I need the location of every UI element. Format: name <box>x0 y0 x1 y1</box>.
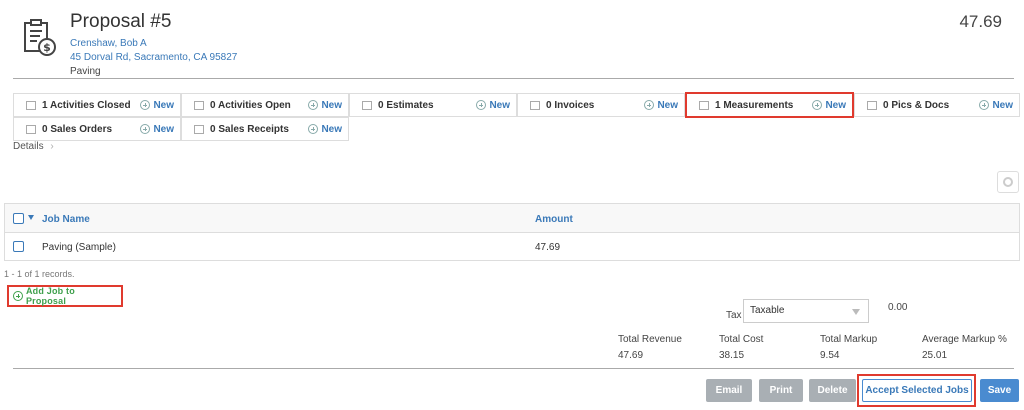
table-row[interactable]: Paving (Sample) 47.69 <box>5 233 1019 261</box>
plus-circle-icon <box>308 100 319 110</box>
plus-circle-icon <box>13 291 23 301</box>
tile-label: 1 Measurements <box>715 99 794 111</box>
total-cost-label: Total Cost <box>719 334 764 345</box>
average-markup-value: 25.01 <box>922 350 948 361</box>
row-checkbox[interactable] <box>13 241 24 252</box>
tax-amount: 0.00 <box>888 302 908 313</box>
tile-pics-docs[interactable]: 0 Pics & Docs New <box>854 93 1020 117</box>
customer-address-link[interactable]: 45 Dorval Rd, Sacramento, CA 95827 <box>70 52 237 63</box>
new-sales-receipt-link[interactable]: New <box>308 124 342 135</box>
measurement-icon <box>699 100 709 110</box>
save-button[interactable]: Save <box>980 379 1019 402</box>
tile-label: 0 Pics & Docs <box>883 99 950 111</box>
new-sales-order-link[interactable]: New <box>140 124 174 135</box>
new-pic-doc-link[interactable]: New <box>979 100 1013 111</box>
row-amount: 47.69 <box>535 242 561 253</box>
column-header-amount[interactable]: Amount <box>535 214 573 225</box>
total-revenue-value: 47.69 <box>618 350 644 361</box>
footer-divider <box>13 368 1014 369</box>
estimate-icon <box>362 100 372 110</box>
tile-sales-orders[interactable]: 0 Sales Orders New <box>13 117 181 141</box>
select-menu-chevron-down-icon[interactable] <box>28 215 34 220</box>
proposal-document-dollar-icon: $ <box>24 19 56 56</box>
gear-icon <box>1003 177 1013 187</box>
invoice-icon <box>530 100 540 110</box>
add-job-to-proposal-button[interactable]: Add Job to Proposal <box>7 285 123 307</box>
row-job-name: Paving (Sample) <box>42 242 116 253</box>
total-markup-label: Total Markup <box>820 334 878 345</box>
image-icon <box>867 100 877 110</box>
plus-circle-icon <box>644 100 655 110</box>
total-cost-value: 38.15 <box>719 350 745 361</box>
tile-label: 0 Sales Receipts <box>210 123 289 135</box>
tile-activities-open[interactable]: 0 Activities Open New <box>181 93 349 117</box>
new-measurement-link[interactable]: New <box>812 100 846 111</box>
tile-measurements[interactable]: 1 Measurements New <box>685 92 854 118</box>
list-icon <box>26 124 36 134</box>
records-count: 1 - 1 of 1 records. <box>4 269 75 279</box>
average-markup-label: Average Markup % <box>922 334 1007 345</box>
add-job-label: Add Job to Proposal <box>25 286 75 306</box>
proposal-total-amount: 47.69 <box>959 12 1002 31</box>
tile-label: 0 Sales Orders <box>42 123 113 135</box>
jobs-grid: Job Name Amount Paving (Sample) 47.69 <box>4 203 1020 261</box>
tile-activities-closed[interactable]: 1 Activities Closed New <box>13 93 181 117</box>
details-toggle[interactable]: Details › <box>13 141 54 152</box>
plus-circle-icon <box>308 124 319 134</box>
tile-invoices[interactable]: 0 Invoices New <box>517 93 685 117</box>
tax-label: Tax <box>726 310 742 321</box>
total-markup-value: 9.54 <box>820 350 840 361</box>
plus-circle-icon <box>812 100 823 110</box>
tile-estimates[interactable]: 0 Estimates New <box>349 93 517 117</box>
page-title: Proposal #5 <box>70 11 172 32</box>
chevron-down-icon <box>852 309 860 315</box>
customer-name-link[interactable]: Crenshaw, Bob A <box>70 38 147 49</box>
details-label: Details <box>13 141 44 152</box>
plus-circle-icon <box>476 100 487 110</box>
new-activity-open-link[interactable]: New <box>308 100 342 111</box>
tax-selected-value: Taxable <box>750 305 785 316</box>
column-header-job-name[interactable]: Job Name <box>42 214 90 225</box>
plus-circle-icon <box>140 100 151 110</box>
accept-selected-jobs-button[interactable]: Accept Selected Jobs <box>862 379 972 402</box>
header-divider <box>13 78 1014 79</box>
tile-label: 0 Invoices <box>546 99 595 111</box>
svg-text:$: $ <box>43 41 51 54</box>
list-icon <box>26 100 36 110</box>
email-button[interactable]: Email <box>706 379 752 402</box>
delete-button[interactable]: Delete <box>809 379 856 402</box>
tile-label: 0 Estimates <box>378 99 434 111</box>
tile-sales-receipts[interactable]: 0 Sales Receipts New <box>181 117 349 141</box>
job-type: Paving <box>70 66 101 77</box>
tile-label: 0 Activities Open <box>210 99 291 111</box>
new-activity-closed-link[interactable]: New <box>140 100 174 111</box>
list-icon <box>194 100 204 110</box>
plus-circle-icon <box>140 124 151 134</box>
grid-header-row: Job Name Amount <box>5 204 1019 233</box>
list-icon <box>194 124 204 134</box>
tax-select[interactable]: Taxable <box>743 299 869 323</box>
tile-label: 1 Activities Closed <box>42 99 131 111</box>
grid-settings-button[interactable] <box>997 171 1019 193</box>
chevron-right-icon: › <box>50 141 54 152</box>
plus-circle-icon <box>979 100 990 110</box>
new-invoice-link[interactable]: New <box>644 100 678 111</box>
new-estimate-link[interactable]: New <box>476 100 510 111</box>
print-button[interactable]: Print <box>759 379 803 402</box>
total-revenue-label: Total Revenue <box>618 334 682 345</box>
select-all-checkbox[interactable] <box>13 213 24 224</box>
